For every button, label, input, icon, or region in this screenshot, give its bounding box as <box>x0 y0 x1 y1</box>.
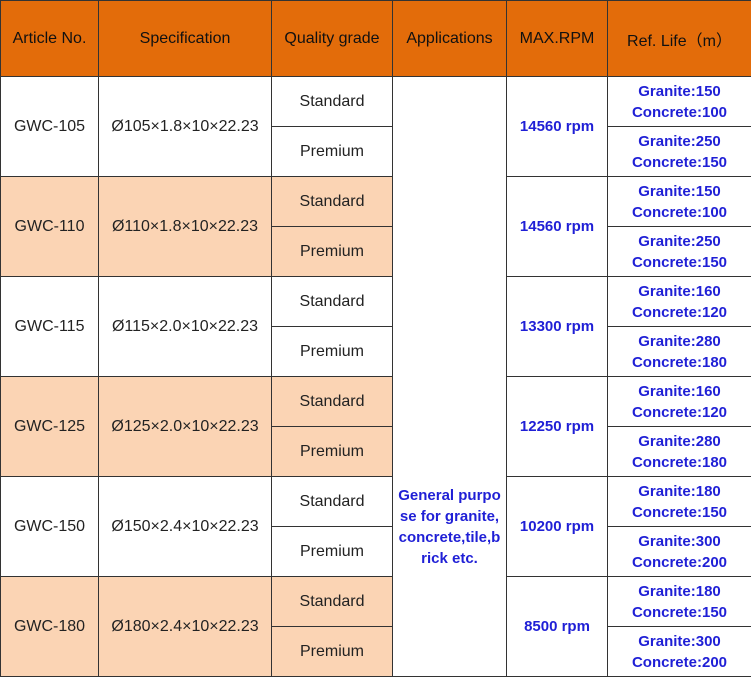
quality-grade-cell: Premium <box>272 227 393 277</box>
max-rpm-cell: 13300 rpm <box>507 277 608 377</box>
applications-text: General purpose for granite,concrete,til… <box>398 485 502 569</box>
specification-cell: Ø115×2.0×10×22.23 <box>99 277 272 377</box>
granite-life: Granite:300 <box>608 531 751 552</box>
quality-grade-cell: Standard <box>272 477 393 527</box>
ref-life-cell: Granite:300 Concrete:200 <box>608 527 751 577</box>
concrete-life: Concrete:150 <box>608 252 751 273</box>
max-rpm-cell: 14560 rpm <box>507 177 608 277</box>
granite-life: Granite:150 <box>608 181 751 202</box>
article-no-cell: GWC-105 <box>1 77 99 177</box>
quality-grade-cell: Standard <box>272 77 393 127</box>
quality-grade-cell: Premium <box>272 627 393 677</box>
applications-cell: General purpose for granite,concrete,til… <box>393 77 507 677</box>
header-specification: Specification <box>99 1 272 77</box>
max-rpm-cell: 10200 rpm <box>507 477 608 577</box>
specification-cell: Ø180×2.4×10×22.23 <box>99 577 272 677</box>
ref-life-cell: Granite:300 Concrete:200 <box>608 627 751 677</box>
max-rpm-cell: 8500 rpm <box>507 577 608 677</box>
article-no-cell: GWC-115 <box>1 277 99 377</box>
granite-life: Granite:300 <box>608 631 751 652</box>
ref-life-cell: Granite:250 Concrete:150 <box>608 227 751 277</box>
concrete-life: Concrete:120 <box>608 402 751 423</box>
granite-life: Granite:280 <box>608 331 751 352</box>
quality-grade-cell: Standard <box>272 377 393 427</box>
product-spec-table: Article No. Specification Quality grade … <box>0 0 751 677</box>
quality-grade-cell: Standard <box>272 177 393 227</box>
table-row: GWC-180 Ø180×2.4×10×22.23 Standard 8500 … <box>1 577 751 627</box>
ref-life-cell: Granite:150 Concrete:100 <box>608 77 751 127</box>
quality-grade-cell: Premium <box>272 427 393 477</box>
concrete-life: Concrete:100 <box>608 102 751 123</box>
header-applications: Applications <box>393 1 507 77</box>
granite-life: Granite:250 <box>608 131 751 152</box>
concrete-life: Concrete:200 <box>608 552 751 573</box>
ref-life-cell: Granite:280 Concrete:180 <box>608 327 751 377</box>
specification-cell: Ø110×1.8×10×22.23 <box>99 177 272 277</box>
granite-life: Granite:280 <box>608 431 751 452</box>
max-rpm-cell: 14560 rpm <box>507 77 608 177</box>
ref-life-cell: Granite:160 Concrete:120 <box>608 277 751 327</box>
concrete-life: Concrete:200 <box>608 652 751 673</box>
quality-grade-cell: Standard <box>272 577 393 627</box>
granite-life: Granite:250 <box>608 231 751 252</box>
header-quality-grade: Quality grade <box>272 1 393 77</box>
concrete-life: Concrete:150 <box>608 502 751 523</box>
article-no-cell: GWC-150 <box>1 477 99 577</box>
article-no-cell: GWC-110 <box>1 177 99 277</box>
max-rpm-cell: 12250 rpm <box>507 377 608 477</box>
ref-life-cell: Granite:180 Concrete:150 <box>608 477 751 527</box>
concrete-life: Concrete:100 <box>608 202 751 223</box>
quality-grade-cell: Premium <box>272 127 393 177</box>
table-row: GWC-115 Ø115×2.0×10×22.23 Standard 13300… <box>1 277 751 327</box>
table-row: GWC-110 Ø110×1.8×10×22.23 Standard 14560… <box>1 177 751 227</box>
concrete-life: Concrete:120 <box>608 302 751 323</box>
header-max-rpm: MAX.RPM <box>507 1 608 77</box>
specification-cell: Ø105×1.8×10×22.23 <box>99 77 272 177</box>
table-row: GWC-125 Ø125×2.0×10×22.23 Standard 12250… <box>1 377 751 427</box>
header-ref-life: Ref. Life（m） <box>608 1 751 77</box>
header-article-no: Article No. <box>1 1 99 77</box>
granite-life: Granite:160 <box>608 281 751 302</box>
ref-life-cell: Granite:160 Concrete:120 <box>608 377 751 427</box>
quality-grade-cell: Standard <box>272 277 393 327</box>
granite-life: Granite:160 <box>608 381 751 402</box>
granite-life: Granite:150 <box>608 81 751 102</box>
concrete-life: Concrete:150 <box>608 152 751 173</box>
table-row: GWC-150 Ø150×2.4×10×22.23 Standard 10200… <box>1 477 751 527</box>
quality-grade-cell: Premium <box>272 527 393 577</box>
specification-cell: Ø125×2.0×10×22.23 <box>99 377 272 477</box>
quality-grade-cell: Premium <box>272 327 393 377</box>
granite-life: Granite:180 <box>608 481 751 502</box>
article-no-cell: GWC-180 <box>1 577 99 677</box>
concrete-life: Concrete:150 <box>608 602 751 623</box>
concrete-life: Concrete:180 <box>608 352 751 373</box>
ref-life-cell: Granite:250 Concrete:150 <box>608 127 751 177</box>
granite-life: Granite:180 <box>608 581 751 602</box>
concrete-life: Concrete:180 <box>608 452 751 473</box>
header-row: Article No. Specification Quality grade … <box>1 1 751 77</box>
ref-life-cell: Granite:180 Concrete:150 <box>608 577 751 627</box>
article-no-cell: GWC-125 <box>1 377 99 477</box>
table-row: GWC-105 Ø105×1.8×10×22.23 Standard Gener… <box>1 77 751 127</box>
ref-life-cell: Granite:150 Concrete:100 <box>608 177 751 227</box>
specification-cell: Ø150×2.4×10×22.23 <box>99 477 272 577</box>
ref-life-cell: Granite:280 Concrete:180 <box>608 427 751 477</box>
